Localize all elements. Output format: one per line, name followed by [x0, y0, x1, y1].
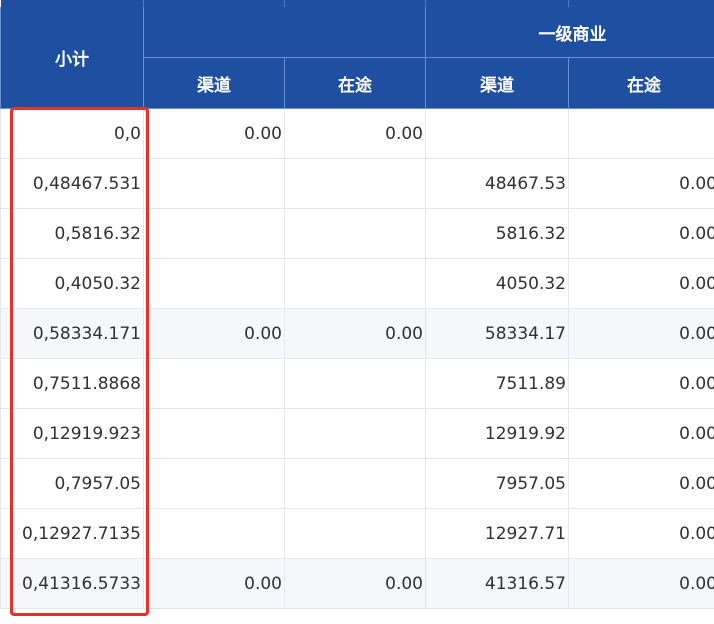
cell-subtotal: 0,12919.923 — [0, 408, 144, 459]
data-table-view: 小计 一级商业 渠道 在途 渠道 在途 0,0 0.00 0.00 0,4846… — [0, 0, 714, 624]
header-row-groups: 小计 一级商业 — [0, 7, 714, 109]
table-row[interactable]: 0,7957.05 7957.05 0.00 — [0, 458, 714, 509]
header-in-transit-1[interactable]: 在途 — [284, 57, 426, 109]
table-row[interactable]: 0,41316.5733 0.00 0.00 41316.57 0.00 — [0, 558, 714, 609]
table-row[interactable]: 0,12919.923 12919.92 0.00 — [0, 408, 714, 459]
cell-in-transit-1 — [284, 458, 426, 509]
cell-in-transit-2: 0.00 — [568, 308, 714, 359]
cell-in-transit-1: 0.00 — [284, 558, 426, 609]
table-row[interactable]: 0,58334.171 0.00 0.00 58334.17 0.00 — [0, 308, 714, 359]
cell-subtotal: 0,12927.7135 — [0, 508, 144, 559]
cell-channel-2: 7957.05 — [425, 458, 569, 509]
cell-channel-2: 41316.57 — [425, 558, 569, 609]
table-row[interactable]: 0,48467.531 48467.53 0.00 — [0, 158, 714, 209]
cell-channel-1 — [143, 158, 285, 209]
table-row[interactable]: 0,5816.32 5816.32 0.00 — [0, 208, 714, 259]
cell-channel-1: 0.00 — [143, 558, 285, 609]
cell-in-transit-2: 0.00 — [568, 558, 714, 609]
header-channel-2[interactable]: 渠道 — [425, 57, 569, 109]
cell-channel-1 — [143, 208, 285, 259]
cell-channel-1 — [143, 408, 285, 459]
header-in-transit-2[interactable]: 在途 — [568, 57, 714, 109]
cell-subtotal: 0,48467.531 — [0, 158, 144, 209]
cell-in-transit-1 — [284, 508, 426, 559]
cell-in-transit-2: 0.00 — [568, 408, 714, 459]
cell-in-transit-1 — [284, 258, 426, 309]
cell-channel-2: 12927.71 — [425, 508, 569, 559]
cell-channel-2 — [425, 108, 569, 159]
cell-in-transit-2: 0.00 — [568, 358, 714, 409]
cell-channel-1: 0.00 — [143, 308, 285, 359]
cell-subtotal: 0,7511.8868 — [0, 358, 144, 409]
cell-in-transit-1 — [284, 208, 426, 259]
cell-channel-1 — [143, 458, 285, 509]
table-row[interactable]: 0,7511.8868 7511.89 0.00 — [0, 358, 714, 409]
header-group-blank — [143, 7, 426, 58]
cell-channel-2: 48467.53 — [425, 158, 569, 209]
table-body: 0,0 0.00 0.00 0,48467.531 48467.53 0.00 … — [0, 108, 714, 609]
cell-in-transit-2: 0.00 — [568, 258, 714, 309]
cell-in-transit-1 — [284, 408, 426, 459]
cell-in-transit-1: 0.00 — [284, 108, 426, 159]
table-row[interactable]: 0,12927.7135 12927.71 0.00 — [0, 508, 714, 559]
cell-channel-2: 58334.17 — [425, 308, 569, 359]
cell-in-transit-2: 0.00 — [568, 458, 714, 509]
cell-channel-2: 12919.92 — [425, 408, 569, 459]
cell-subtotal: 0,5816.32 — [0, 208, 144, 259]
report-table: 小计 一级商业 渠道 在途 渠道 在途 0,0 0.00 0.00 0,4846… — [0, 0, 714, 609]
cell-in-transit-2: 0.00 — [568, 208, 714, 259]
cell-channel-1 — [143, 258, 285, 309]
table-header: 小计 一级商业 渠道 在途 渠道 在途 — [0, 0, 714, 109]
table-row[interactable]: 0,4050.32 4050.32 0.00 — [0, 258, 714, 309]
table-row[interactable]: 0,0 0.00 0.00 — [0, 108, 714, 159]
cell-subtotal: 0,41316.5733 — [0, 558, 144, 609]
cell-subtotal: 0,0 — [0, 108, 144, 159]
cell-channel-1 — [143, 508, 285, 559]
cell-subtotal: 0,58334.171 — [0, 308, 144, 359]
cell-in-transit-1: 0.00 — [284, 308, 426, 359]
cell-channel-2: 5816.32 — [425, 208, 569, 259]
cell-in-transit-2 — [568, 108, 714, 159]
header-subtotal[interactable]: 小计 — [0, 7, 144, 109]
cell-channel-1 — [143, 358, 285, 409]
cell-channel-1: 0.00 — [143, 108, 285, 159]
cell-channel-2: 7511.89 — [425, 358, 569, 409]
header-top-strip — [0, 0, 714, 7]
cell-in-transit-1 — [284, 158, 426, 209]
cell-subtotal: 0,7957.05 — [0, 458, 144, 509]
header-group-level1: 一级商业 — [425, 7, 714, 58]
cell-in-transit-2: 0.00 — [568, 158, 714, 209]
cell-in-transit-2: 0.00 — [568, 508, 714, 559]
cell-in-transit-1 — [284, 358, 426, 409]
cell-channel-2: 4050.32 — [425, 258, 569, 309]
header-channel-1[interactable]: 渠道 — [143, 57, 285, 109]
cell-subtotal: 0,4050.32 — [0, 258, 144, 309]
